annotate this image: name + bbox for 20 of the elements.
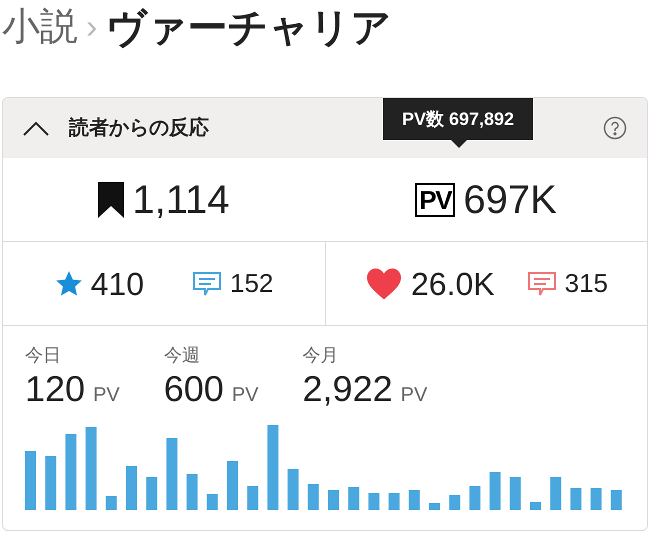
- count-value: 26.0K: [410, 264, 495, 304]
- period-value: 120: [25, 369, 86, 409]
- pv-icon: PV: [415, 182, 456, 216]
- page-title: ヴァーチャリア: [105, 4, 392, 52]
- period-label: 今月: [302, 344, 340, 367]
- period-value: 600: [164, 369, 224, 409]
- count-value: 697K: [463, 176, 557, 224]
- period-unit: PV: [400, 383, 428, 408]
- breadcrumb-separator: ›: [86, 7, 98, 48]
- count-value: 410: [90, 264, 144, 304]
- panel-title: 読者からの反応: [69, 116, 209, 141]
- count-value: 1,114: [132, 176, 230, 224]
- tooltip: PV数 697,892: [383, 98, 533, 140]
- period-unit: PV: [93, 383, 120, 408]
- period-label: 今週: [164, 344, 201, 367]
- count-value: 152: [230, 267, 274, 300]
- period-value: 2,922: [302, 369, 393, 409]
- period-label: 今日: [25, 344, 62, 367]
- count-value: 315: [564, 267, 608, 300]
- period-unit: PV: [232, 383, 259, 408]
